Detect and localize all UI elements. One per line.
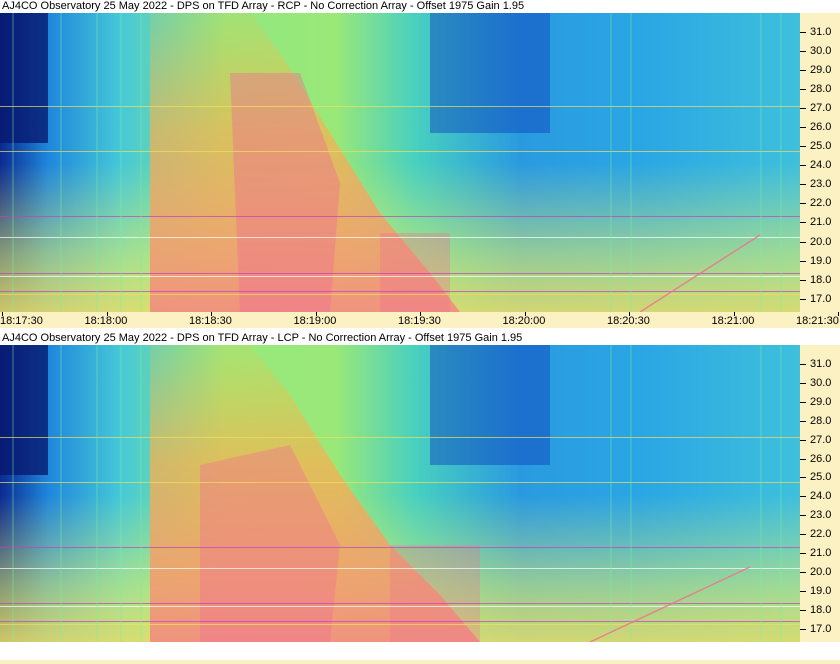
rcp-spectrogram (0, 13, 800, 312)
vertical-streak (760, 13, 762, 312)
frequency-tick-label: 17.0 (810, 292, 832, 305)
lcp-frequency-axis: 17.0 18.0 19.0 20.0 21.0 22.0 23.0 24.0 25.0 26.0… (800, 345, 840, 642)
lcp-time-axis-strip (0, 660, 840, 664)
frequency-tick (800, 146, 806, 148)
frequency-tick (800, 222, 806, 224)
frequency-tick-label: 20.0 (810, 235, 832, 248)
vertical-streak (630, 13, 632, 312)
vertical-streak (630, 345, 632, 642)
frequency-tick-label: 26.0 (810, 121, 832, 134)
frequency-tick (800, 420, 806, 422)
frequency-tick-label: 25.0 (810, 140, 832, 153)
frequency-tick-label: 24.0 (810, 490, 832, 503)
frequency-tick (800, 590, 806, 592)
frequency-tick (800, 628, 806, 630)
frequency-tick-label: 29.0 (810, 64, 832, 77)
vertical-streak (140, 345, 142, 642)
frequency-tick-label: 30.0 (810, 376, 832, 389)
frequency-tick-label: 21.0 (810, 547, 832, 560)
time-tick-label: 18:19:00 (293, 315, 337, 327)
time-tick-label: 18:20:30 (607, 315, 650, 327)
vertical-streak (120, 345, 122, 642)
vertical-streak (760, 345, 762, 642)
frequency-tick (800, 401, 806, 403)
frequency-tick (800, 108, 806, 110)
frequency-tick (800, 32, 806, 34)
vertical-streak (780, 345, 782, 642)
frequency-tick (800, 127, 806, 129)
frequency-tick (800, 496, 806, 498)
bottom-margin (0, 642, 840, 664)
vertical-streak (12, 13, 14, 312)
lcp-panel-title: AJ4CO Observatory 25 May 2022 - DPS on T… (2, 332, 838, 345)
frequency-tick-label: 25.0 (810, 471, 832, 484)
frequency-tick (800, 572, 806, 573)
time-tick-label: 18:19:30 (398, 315, 441, 327)
frequency-tick-label: 17.0 (810, 622, 832, 635)
rcp-panel-title: AJ4CO Observatory 25 May 2022 - DPS on T… (2, 0, 838, 13)
frequency-tick-label: 27.0 (810, 433, 832, 446)
rcp-time-axis: 18:17:30 18:18:00 18:18:30 18:19:00 18:19:30… (0, 312, 840, 328)
time-tick-label: 18:18:30 (189, 315, 232, 327)
vertical-streak (780, 13, 782, 312)
rcp-spectrogram-svg (0, 13, 800, 312)
frequency-tick (800, 184, 806, 186)
frequency-tick (800, 609, 806, 611)
rcp-frequency-axis: 17.0 18.0 19.0 20.0 21.0 22.0 23.0 24.0 25.0 26.0… (800, 13, 840, 312)
time-tick-label: 18:21:00 (711, 315, 755, 327)
vertical-streak (96, 345, 98, 642)
frequency-tick (800, 477, 806, 479)
frequency-tick (800, 165, 806, 167)
frequency-tick-label: 29.0 (810, 395, 832, 408)
time-tick-label: 18:17:30 (0, 315, 43, 327)
frequency-tick-label: 21.0 (810, 216, 832, 229)
time-tick-label: 18:18:00 (84, 315, 128, 327)
lcp-spectrogram-svg (0, 345, 800, 642)
frequency-tick-label: 19.0 (810, 584, 832, 597)
frequency-tick (800, 241, 806, 243)
frequency-tick-label: 18.0 (810, 273, 832, 286)
frequency-tick (800, 363, 806, 365)
time-tick-label: 18:21:30 (796, 315, 839, 327)
vertical-streak (60, 345, 62, 642)
frequency-tick-label: 28.0 (810, 83, 832, 96)
lcp-spectrogram (0, 345, 800, 642)
frequency-tick (800, 260, 806, 262)
frequency-tick-label: 26.0 (810, 452, 832, 465)
frequency-tick-label: 18.0 (810, 603, 832, 616)
frequency-tick (800, 458, 806, 460)
frequency-tick (800, 51, 806, 53)
vertical-streak (140, 13, 142, 312)
frequency-tick (800, 439, 806, 441)
vertical-streak (610, 345, 612, 642)
frequency-tick (800, 534, 806, 536)
frequency-tick (800, 298, 806, 300)
frequency-tick-label: 30.0 (810, 45, 832, 58)
frequency-tick (800, 553, 806, 555)
frequency-tick-label: 20.0 (810, 566, 832, 578)
vertical-streak (96, 13, 98, 312)
frequency-tick-label: 24.0 (810, 159, 832, 172)
frequency-tick (800, 382, 806, 384)
frequency-tick (800, 515, 806, 517)
frequency-tick-label: 23.0 (810, 178, 832, 191)
frequency-tick-label: 27.0 (810, 102, 832, 115)
frequency-tick-label: 28.0 (810, 414, 832, 427)
frequency-tick-label: 31.0 (810, 357, 832, 370)
frequency-tick (800, 279, 806, 281)
time-tick-label: 18:20:00 (502, 315, 546, 327)
vertical-streak (120, 13, 122, 312)
vertical-streak (610, 13, 612, 312)
frequency-tick (800, 203, 806, 205)
frequency-tick-label: 19.0 (810, 254, 832, 267)
frequency-tick-label: 22.0 (810, 528, 832, 541)
vertical-streak (60, 13, 62, 312)
frequency-tick (800, 89, 806, 91)
vertical-streak (12, 345, 14, 642)
frequency-tick-label: 31.0 (810, 26, 832, 39)
frequency-tick-label: 23.0 (810, 509, 832, 522)
frequency-tick-label: 22.0 (810, 197, 832, 210)
frequency-tick (800, 70, 806, 72)
